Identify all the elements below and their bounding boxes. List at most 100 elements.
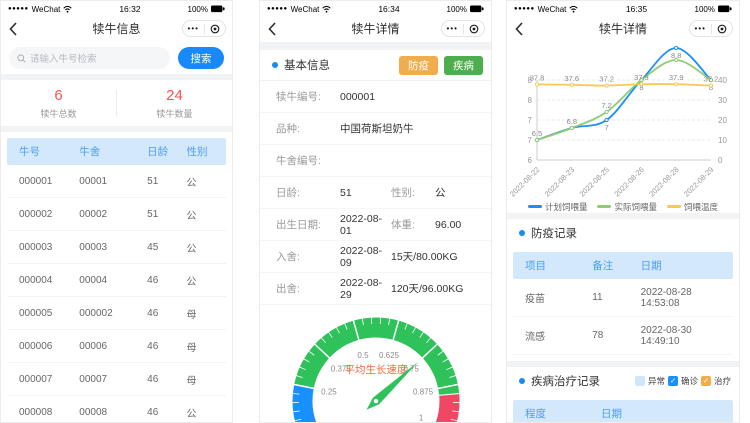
field-cell: 出生日期:2022-08-01 [276,213,391,237]
field-cell: 120天/96.00KG [391,281,491,296]
field-value: 120天/96.00KG [391,281,463,296]
wechat-capsule[interactable]: ••• [182,20,226,37]
table-header-cell: 牛舍 [79,144,147,159]
more-menu-icon[interactable]: ••• [690,22,711,36]
table-cell: 公 [187,174,226,189]
fangyi-section-header: 防疫记录 [507,219,739,246]
back-icon[interactable] [268,22,276,36]
table-header-row: 项目备注日期 [513,252,733,279]
stat-count: 24 犊牛数量 [117,87,232,120]
field-value: 公 [435,185,446,200]
search-input[interactable]: 请输入牛号检索 [9,47,170,69]
field-cell: 日龄:51 [276,185,391,200]
table-cell: 母 [187,372,226,387]
table-header-row: 牛号牛舍日龄性别 [7,138,226,165]
svg-text:37.2: 37.2 [704,75,719,84]
field-label: 品种: [276,121,340,136]
field-row: 入舍:2022-08-0915天/80.00KG [260,241,491,273]
field-cell: 15天/80.00KG [391,249,491,264]
table-row[interactable]: 0000070000746母 [7,363,226,396]
section-title: 疾病治疗记录 [531,373,600,389]
status-time: 16:35 [626,4,647,14]
svg-text:37.2: 37.2 [599,75,614,84]
table-cell: 2022-08-30 14:49:10 [641,325,733,347]
table-row[interactable]: 流感782022-08-30 14:49:10 [513,317,733,355]
field-cell: 犊牛编号:000001 [276,89,491,104]
table-header-cell: 性别 [187,144,226,159]
section-divider [1,126,232,132]
table-row[interactable]: 0000020000251公 [7,198,226,231]
disease-status-legend: 异常✓确诊✓治疗 [635,375,731,387]
field-value: 000001 [340,91,375,103]
field-cell: 体重:96.00 [391,217,491,232]
field-row: 牛舍编号: [260,145,491,177]
stat-total-label: 犊牛总数 [1,107,116,120]
table-cell: 公 [187,207,226,222]
field-label: 体重: [391,217,435,232]
table-row[interactable]: 0000040000446公 [7,264,226,297]
battery-percent: 100% [188,5,208,14]
table-row[interactable]: 疫苗112022-08-28 14:53:08 [513,279,733,317]
table-row[interactable]: 0000010000151公 [7,165,226,198]
svg-text:2022-08-23: 2022-08-23 [543,165,576,198]
close-target-icon[interactable] [464,24,485,34]
search-button[interactable]: 搜索 [178,47,224,69]
fangyi-table: 项目备注日期疫苗112022-08-28 14:53:08流感782022-08… [513,252,733,355]
table-row[interactable]: 0000080000846公 [7,396,226,423]
svg-text:0.25: 0.25 [321,387,337,396]
carrier-label: WeChat [291,5,320,14]
more-menu-icon[interactable]: ••• [183,22,204,36]
back-icon[interactable] [515,22,523,36]
calf-list-screen: ●●●●● WeChat 16:32 100% 犊牛信息 ••• 请输入牛号检索… [0,0,233,423]
battery-icon [718,5,732,13]
chart-legend: 计划饲喂量实际饲喂量饲喂温度 [507,200,739,213]
svg-text:0: 0 [718,156,723,165]
nav-bar: 犊牛详情 ••• [260,16,491,42]
table-cell: 000008 [7,407,79,418]
table-cell: 公 [187,240,226,255]
battery-icon [470,5,484,13]
back-icon[interactable] [9,22,17,36]
table-cell: 公 [187,405,226,420]
fangyi-button[interactable]: 防疫 [399,56,438,75]
field-label: 犊牛编号: [276,89,340,104]
svg-text:6.8: 6.8 [567,117,577,126]
wechat-capsule[interactable]: ••• [441,20,485,37]
growth-gauge-chart: 0.250.3750.50.6250.750.8751平均生长速度 [260,305,492,423]
field-row: 日龄:51性别:公 [260,177,491,209]
close-target-icon[interactable] [712,24,733,34]
table-header-cell: 备注 [592,258,640,273]
status-legend-label: 治疗 [714,375,731,387]
svg-text:6: 6 [528,156,533,165]
search-section: 请输入牛号检索 搜索 [1,42,232,74]
jibing-table: 程度日期 [513,400,733,423]
wechat-capsule[interactable]: ••• [689,20,733,37]
table-cell: 000006 [7,341,79,352]
jibing-button[interactable]: 疾病 [444,56,483,75]
field-cell: 牛舍编号: [276,153,491,168]
svg-text:2022-08-22: 2022-08-22 [508,165,541,198]
status-bar: ●●●●● WeChat 16:35 100% [507,1,739,16]
field-label: 性别: [391,185,435,200]
svg-text:37.9: 37.9 [634,73,649,82]
status-bar: ●●●●● WeChat 16:32 100% [1,1,232,16]
search-placeholder: 请输入牛号检索 [30,51,97,65]
more-menu-icon[interactable]: ••• [442,22,463,36]
svg-text:20: 20 [718,116,727,125]
table-row[interactable]: 00000500000246母 [7,297,226,330]
stat-total: 6 犊牛总数 [1,87,116,120]
table-header-row: 程度日期 [513,400,733,423]
table-cell: 46 [147,341,186,352]
close-target-icon[interactable] [205,24,226,34]
stat-count-value: 24 [117,87,232,104]
svg-text:2022-08-25: 2022-08-25 [578,165,611,198]
status-time: 16:32 [119,4,140,14]
table-row[interactable]: 0000060000646母 [7,330,226,363]
table-row[interactable]: 0000030000345公 [7,231,226,264]
basic-info-fields: 犊牛编号:000001品种:中国荷斯坦奶牛牛舍编号:日龄:51性别:公出生日期:… [260,81,491,305]
status-bar: ●●●●● WeChat 16:34 100% [260,1,491,16]
field-cell: 性别:公 [391,185,491,200]
jibing-section-header: 疾病治疗记录 异常✓确诊✓治疗 [507,367,739,394]
table-cell: 母 [187,306,226,321]
field-label: 出生日期: [276,217,340,232]
